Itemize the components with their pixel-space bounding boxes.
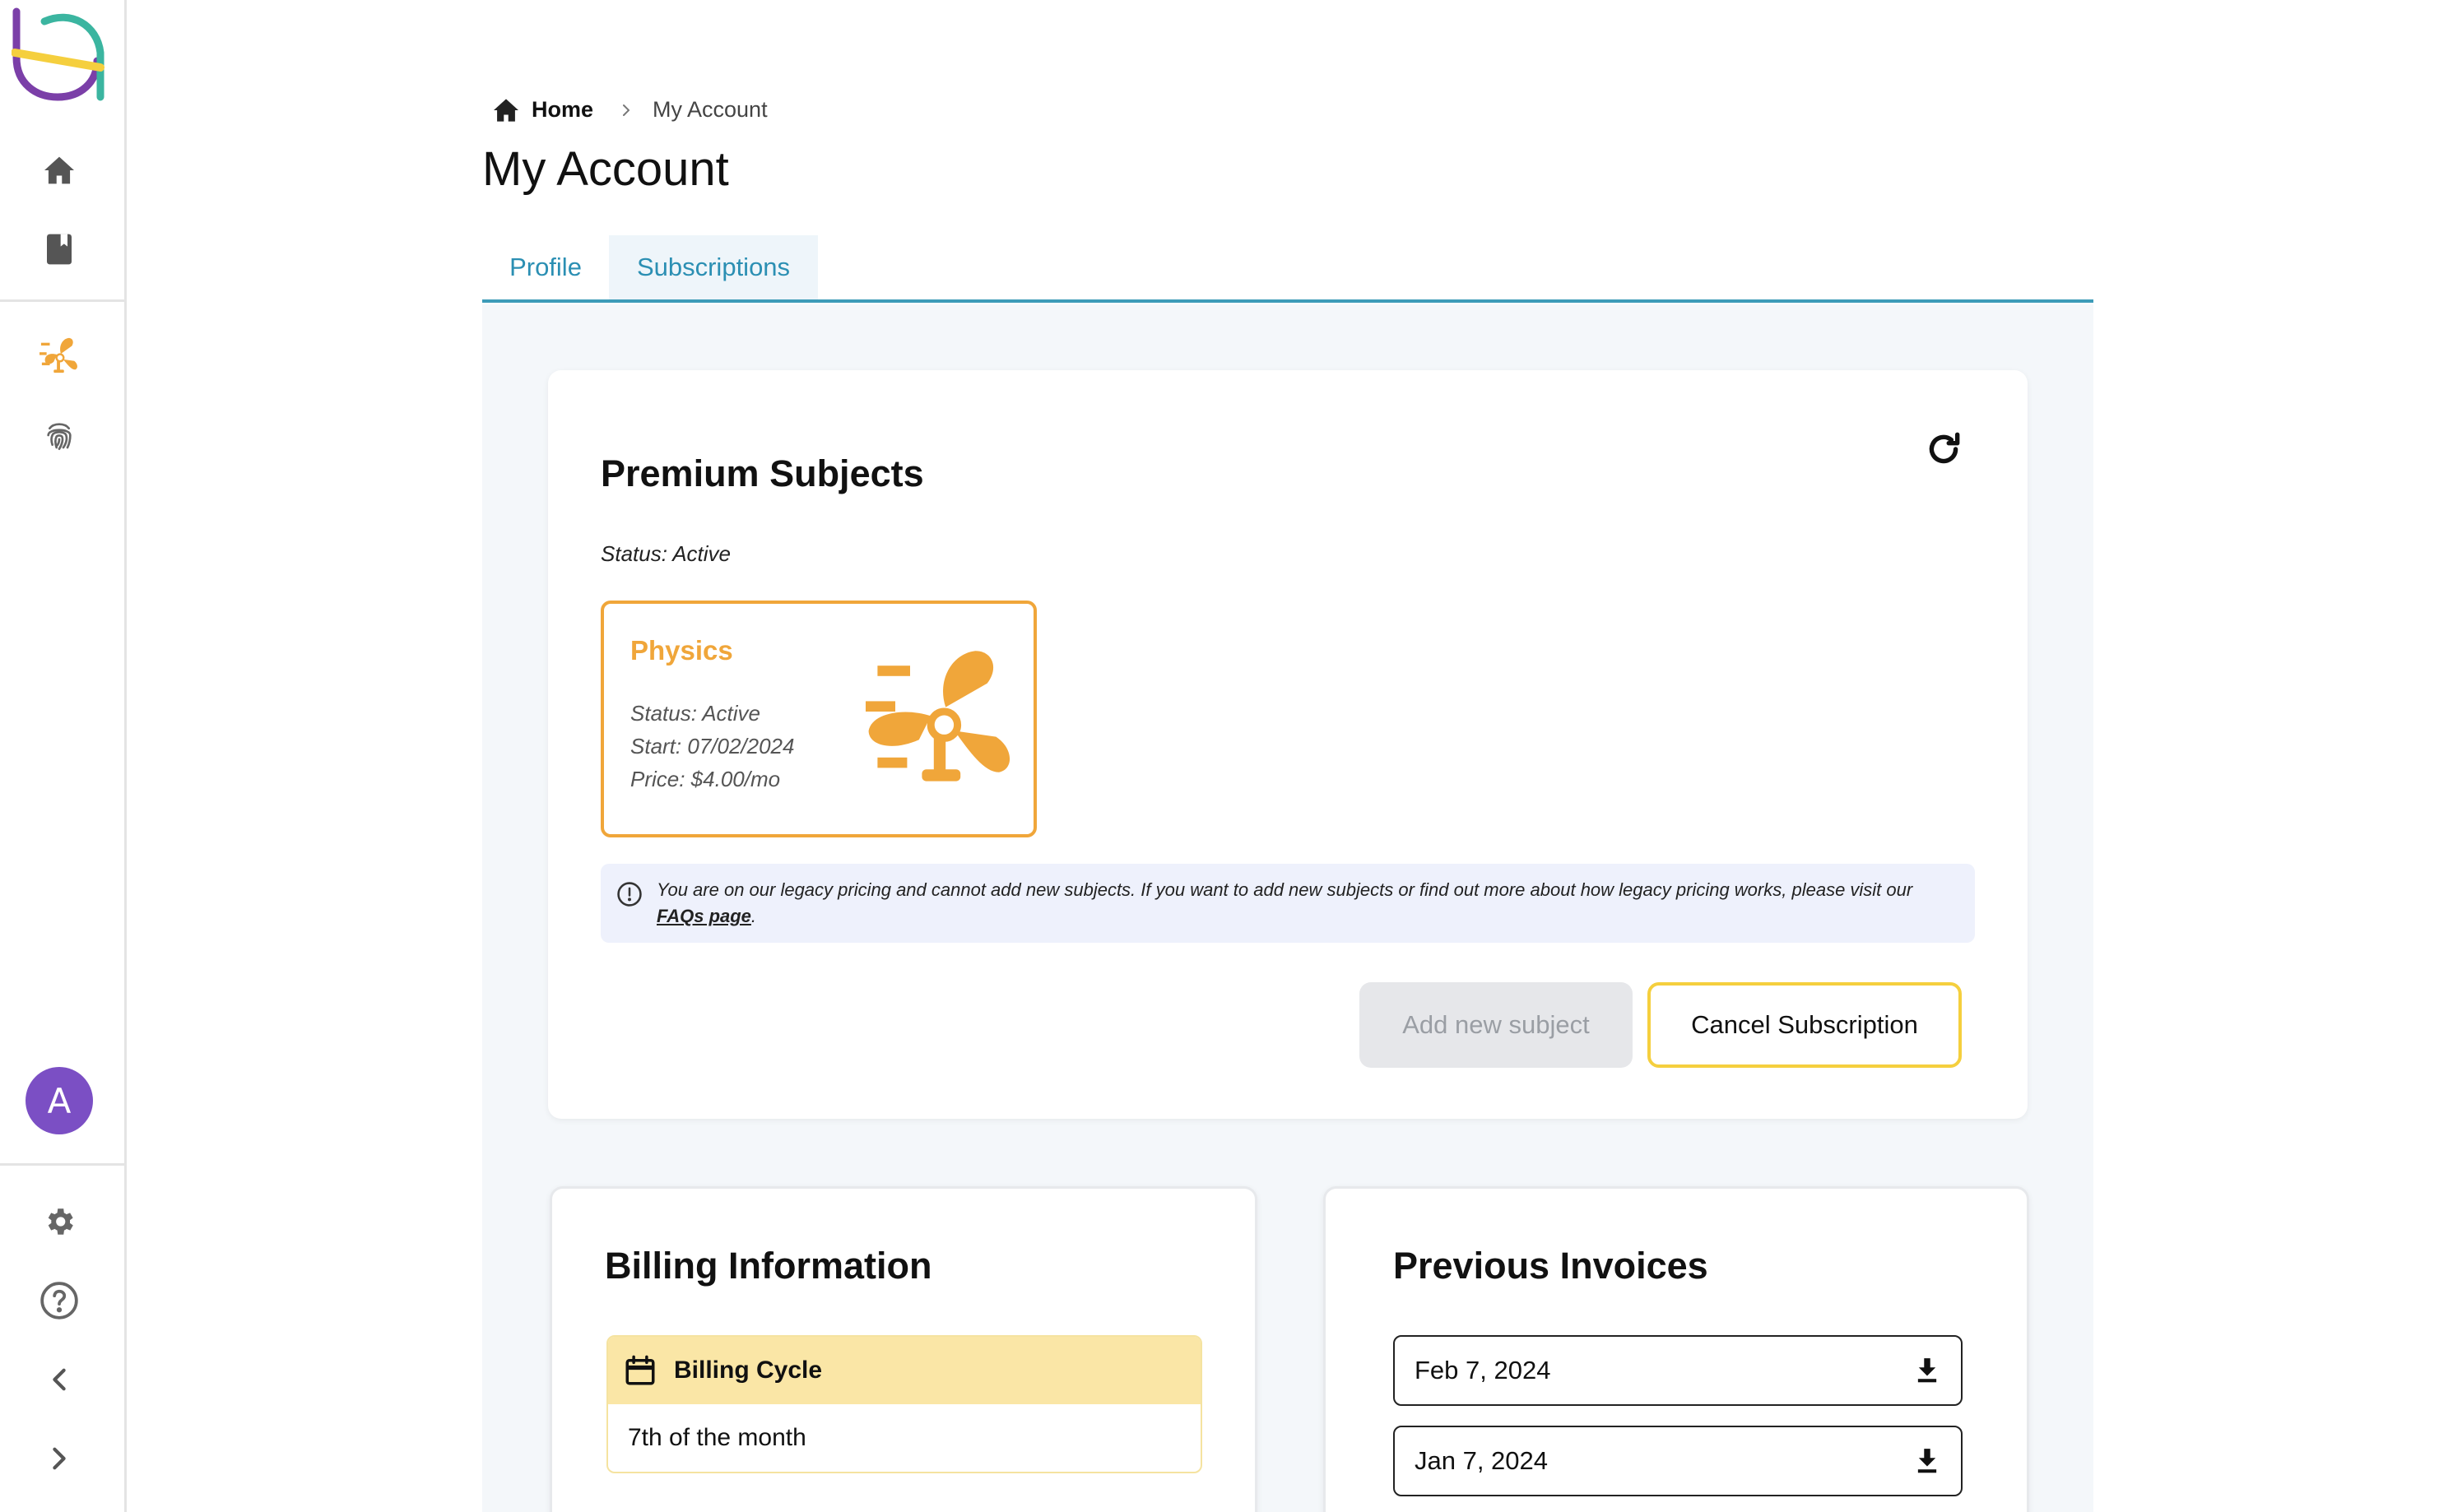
sidebar-item-help[interactable] [30,1272,88,1329]
subject-name: Physics [630,635,733,666]
subject-price: Price: $4.00/mo [630,767,781,791]
previous-invoices-title: Previous Invoices [1393,1245,1708,1287]
home-icon [494,98,518,122]
home-icon [44,156,74,184]
sidebar-collapse-button[interactable] [30,1351,88,1408]
subject-start-date: Start: 07/02/2024 [630,734,795,758]
breadcrumb-current: My Account [653,97,768,122]
invoice-date: Jan 7, 2024 [1415,1446,1549,1475]
cancel-subscription-button[interactable]: Cancel Subscription [1647,982,1962,1068]
invoice-date: Feb 7, 2024 [1415,1356,1551,1384]
subject-tile-physics[interactable]: Physics Status: Active Start: 07/02/2024… [601,601,1037,837]
subject-status: Status: Active [630,701,760,726]
refresh-button[interactable] [1921,426,1967,472]
breadcrumb: Home My Account [492,97,768,123]
invoice-row[interactable]: Jan 7, 2024 [1393,1426,1963,1496]
account-tabs: Profile Subscriptions [482,235,2093,303]
sidebar-item-home[interactable] [30,141,88,199]
billing-cycle-value: 7th of the month [628,1424,806,1451]
premium-subjects-card: Premium Subjects Status: Active Physics … [548,370,2028,1119]
previous-invoices-card: Previous Invoices Feb 7, 2024 Jan 7, 202… [1323,1186,2029,1512]
fingerprint-icon [47,423,72,450]
gear-icon [48,1208,73,1235]
refresh-icon [1929,432,1960,464]
chevron-right-icon [53,1447,66,1470]
billing-cycle-header: Billing Cycle [608,1337,1201,1404]
help-circle-icon [40,1282,78,1320]
chevron-left-icon [53,1368,66,1391]
avatar-letter: A [47,1080,72,1121]
physics-fan-icon [866,651,1010,782]
subscription-status: Status: Active [601,541,731,566]
notice-text: You are on our legacy pricing and cannot… [657,877,1957,930]
notice-body: You are on our legacy pricing and cannot… [657,879,1913,900]
breadcrumb-home-link[interactable]: Home [492,97,593,123]
premium-subjects-title: Premium Subjects [601,452,924,494]
info-icon [617,882,642,907]
tab-profile[interactable]: Profile [482,235,609,299]
breadcrumb-home-label: Home [532,97,594,122]
invoice-row[interactable]: Feb 7, 2024 [1393,1335,1963,1406]
page-title: My Account [482,142,729,196]
sidebar-item-fingerprint[interactable] [30,406,88,464]
user-avatar[interactable]: A [26,1067,93,1134]
faqs-link[interactable]: FAQs page [657,906,751,926]
sidebar-expand-button[interactable] [30,1430,88,1487]
calendar-icon [625,1355,655,1385]
sidebar-divider [0,299,124,302]
billing-information-card: Billing Information Billing Cycle 7th of… [550,1186,1257,1512]
add-new-subject-button[interactable]: Add new subject [1359,982,1633,1068]
download-icon[interactable] [1916,1358,1938,1383]
physics-fan-icon [39,337,77,373]
download-icon[interactable] [1916,1449,1938,1473]
brand-logo[interactable] [12,7,105,102]
chevron-right-icon [623,104,630,116]
subscriptions-panel: Premium Subjects Status: Active Physics … [482,304,2093,1512]
sidebar-item-physics[interactable] [30,327,88,385]
book-icon [47,234,72,265]
billing-cycle-box: Billing Cycle 7th of the month [606,1335,1202,1473]
sidebar-item-settings[interactable] [30,1193,88,1250]
sidebar-item-library[interactable] [30,220,88,278]
legacy-pricing-notice: You are on our legacy pricing and cannot… [601,864,1975,943]
notice-end: . [750,906,757,926]
billing-cycle-label: Billing Cycle [674,1357,823,1384]
breadcrumb-separator [621,103,631,118]
sidebar: A [0,0,127,1512]
billing-information-title: Billing Information [605,1245,932,1287]
tab-subscriptions[interactable]: Subscriptions [609,235,818,299]
sidebar-divider-bottom [0,1163,124,1166]
